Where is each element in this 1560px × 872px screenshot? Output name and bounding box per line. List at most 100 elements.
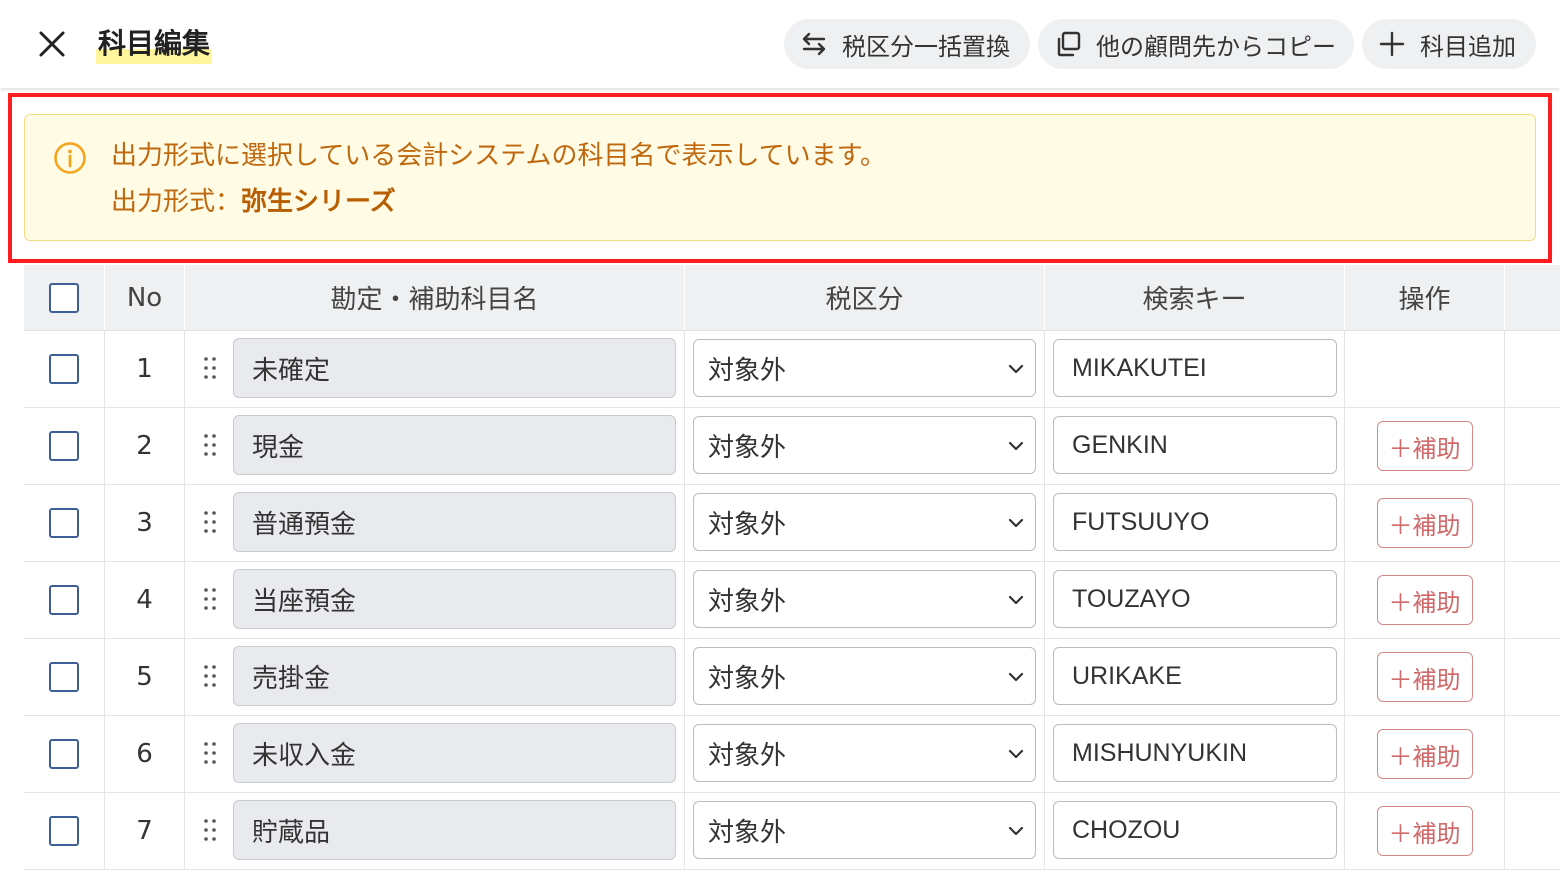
account-name-field[interactable]: 貯蔵品 [233,800,676,860]
search-key-input[interactable]: CHOZOU [1053,801,1337,859]
notice-message: 出力形式に選択している会計システムの科目名で表示しています。 [111,141,887,171]
select-all-checkbox[interactable] [49,282,79,313]
row-checkbox[interactable] [49,431,79,461]
op-cell: ＋補助 [1345,716,1505,792]
row-spacer [1505,485,1560,561]
row-spacer [1505,408,1560,484]
drag-handle-icon[interactable] [202,509,218,535]
row-spacer [1505,793,1560,869]
add-sub-account-button[interactable]: ＋補助 [1376,806,1473,856]
row-spacer [1505,331,1560,407]
drag-handle-icon[interactable] [202,355,218,381]
tax-category-select[interactable]: 対象外 [693,416,1036,474]
info-icon [54,142,86,174]
tax-category-select[interactable]: 対象外 [693,647,1036,705]
notice-banner: 出力形式に選択している会計システムの科目名で表示しています。 出力形式：弥生シリ… [24,114,1536,241]
drag-handle-icon[interactable] [202,586,218,612]
close-button[interactable] [34,26,70,62]
key-cell: URIKAKE [1045,639,1345,715]
add-account-button[interactable]: 科目追加 [1362,19,1536,69]
table-row: 1 未確定 対象外 MIKAKUTEI [24,331,1560,408]
op-cell: ＋補助 [1345,408,1505,484]
row-checkbox[interactable] [49,508,79,538]
row-checkbox[interactable] [49,354,79,384]
tax-cell: 対象外 [685,793,1045,869]
search-key-input[interactable]: GENKIN [1053,416,1337,474]
plus-icon [1379,31,1405,57]
key-cell: GENKIN [1045,408,1345,484]
tax-cell: 対象外 [685,331,1045,407]
tax-category-select[interactable]: 対象外 [693,724,1036,782]
op-cell: ＋補助 [1345,562,1505,638]
account-name-field[interactable]: 未確定 [233,338,676,398]
chevron-down-icon [1008,595,1024,605]
tax-category-select[interactable]: 対象外 [693,339,1036,397]
name-cell: 普通預金 [185,485,685,561]
chevron-down-icon [1008,364,1024,374]
tax-category-value: 対象外 [708,355,787,386]
row-spacer [1505,639,1560,715]
row-number: 2 [105,408,185,484]
account-name-field[interactable]: 普通預金 [233,492,676,552]
row-checkbox[interactable] [49,662,79,692]
table-row: 2 現金 対象外 GENKIN ＋補助 [24,408,1560,485]
add-sub-account-button[interactable]: ＋補助 [1376,421,1473,471]
table-header: No 勘定・補助科目名 税区分 検索キー 操作 [24,265,1560,331]
chevron-down-icon [1008,672,1024,682]
copy-icon [1057,31,1081,57]
add-account-label: 科目追加 [1420,32,1516,61]
tax-category-select[interactable]: 対象外 [693,801,1036,859]
search-key-input[interactable]: TOUZAYO [1053,570,1337,628]
add-sub-account-button[interactable]: ＋補助 [1376,498,1473,548]
name-cell: 当座預金 [185,562,685,638]
account-name-field[interactable]: 当座預金 [233,569,676,629]
account-name-field[interactable]: 売掛金 [233,646,676,706]
tax-category-value: 対象外 [708,586,787,617]
row-check-cell [24,716,105,792]
tax-category-value: 対象外 [708,663,787,694]
row-checkbox[interactable] [49,585,79,615]
add-sub-account-button[interactable]: ＋補助 [1376,652,1473,702]
row-check-cell [24,408,105,484]
chevron-down-icon [1008,518,1024,528]
drag-handle-icon[interactable] [202,817,218,843]
table-row: 5 売掛金 対象外 URIKAKE ＋補助 [24,639,1560,716]
name-cell: 未収入金 [185,716,685,792]
output-format-line: 出力形式：弥生シリーズ [111,183,396,221]
tax-category-value: 対象外 [708,509,787,540]
tax-cell: 対象外 [685,716,1045,792]
search-key-input[interactable]: URIKAKE [1053,647,1337,705]
table-row: 4 当座預金 対象外 TOUZAYO ＋補助 [24,562,1560,639]
drag-handle-icon[interactable] [202,740,218,766]
add-sub-account-button[interactable]: ＋補助 [1376,575,1473,625]
output-format-label: 出力形式： [111,187,242,217]
tax-cell: 対象外 [685,408,1045,484]
account-name-field[interactable]: 現金 [233,415,676,475]
tax-category-value: 対象外 [708,740,787,771]
column-header-name: 勘定・補助科目名 [185,265,685,330]
row-number: 6 [105,716,185,792]
search-key-input[interactable]: MIKAKUTEI [1053,339,1337,397]
row-number: 4 [105,562,185,638]
tax-category-select[interactable]: 対象外 [693,570,1036,628]
tax-category-select[interactable]: 対象外 [693,493,1036,551]
search-key-input[interactable]: MISHUNYUKIN [1053,724,1337,782]
key-cell: TOUZAYO [1045,562,1345,638]
row-checkbox[interactable] [49,739,79,769]
search-key-input[interactable]: FUTSUUYO [1053,493,1337,551]
table-row: 6 未収入金 対象外 MISHUNYUKIN ＋補助 [24,716,1560,793]
close-icon [39,31,65,57]
name-cell: 売掛金 [185,639,685,715]
row-check-cell [24,485,105,561]
drag-handle-icon[interactable] [202,663,218,689]
copy-from-client-button[interactable]: 他の顧問先からコピー [1038,19,1354,69]
tax-bulk-replace-button[interactable]: 税区分一括置換 [784,19,1030,69]
tax-cell: 対象外 [685,485,1045,561]
row-number: 7 [105,793,185,869]
chevron-down-icon [1008,749,1024,759]
row-checkbox[interactable] [49,816,79,846]
add-sub-account-button[interactable]: ＋補助 [1376,729,1473,779]
row-spacer [1505,562,1560,638]
drag-handle-icon[interactable] [202,432,218,458]
account-name-field[interactable]: 未収入金 [233,723,676,783]
